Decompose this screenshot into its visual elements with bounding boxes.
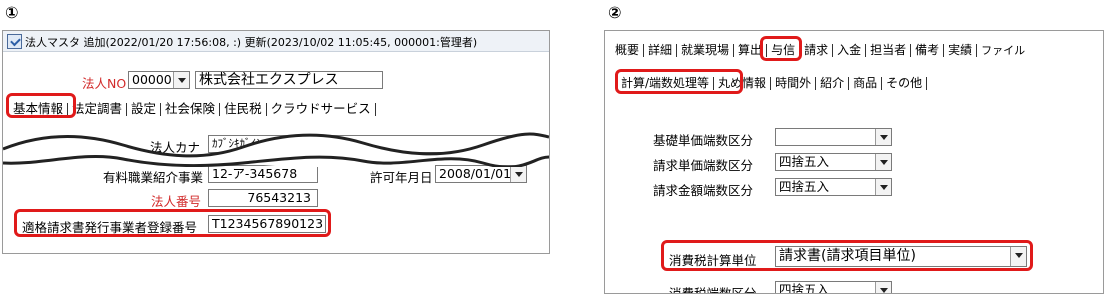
- subtab-overtime[interactable]: 時間外: [771, 74, 815, 91]
- tab-staff[interactable]: 担当者: [866, 41, 910, 58]
- license-label: 有料職業紹介事業: [103, 170, 204, 185]
- tab-resident-tax[interactable]: 住民税: [220, 98, 266, 117]
- step-number-2: ②: [608, 3, 622, 22]
- tab-legal-records[interactable]: 法定調書: [68, 98, 126, 117]
- chevron-down-icon[interactable]: [875, 154, 891, 170]
- calc-settings-window: 概要 詳細 就業現場 算出 与信 請求 入金 担当者 備考 実績 ファイル 計算/端数処理等 丸め情報…: [604, 30, 1104, 294]
- bill-amount-rounding-value: 四捨五入: [779, 179, 830, 194]
- corp-number-field[interactable]: 76543213: [208, 189, 318, 207]
- base-price-rounding-label: 基礎単価端数区分: [653, 133, 754, 148]
- corp-name-value: 株式会社エクスプレス: [199, 72, 339, 88]
- highlight-tax-calc-unit: [661, 240, 1033, 271]
- corp-master-window: 法人マスタ 追加(2022/01/20 17:56:08, :) 更新(2023…: [2, 30, 550, 254]
- tab-files[interactable]: ファイル: [977, 42, 1029, 58]
- corp-no-select[interactable]: 000001: [128, 71, 190, 89]
- bill-price-rounding-value: 四捨五入: [779, 154, 830, 169]
- bill-amount-rounding-select[interactable]: 四捨五入: [775, 178, 892, 196]
- subtab-referral[interactable]: 紹介: [816, 74, 848, 91]
- tab-billing[interactable]: 請求: [800, 41, 832, 58]
- corp-name-field[interactable]: 株式会社エクスプレス: [195, 71, 383, 89]
- tab-settings[interactable]: 設定: [127, 98, 160, 117]
- section-break-wave: [3, 132, 549, 167]
- corp-number-label: 法人番号: [151, 194, 202, 209]
- tab-payment[interactable]: 入金: [833, 41, 865, 58]
- subtab-other[interactable]: その他: [882, 74, 926, 91]
- tab-cloud-service[interactable]: クラウドサービス: [267, 98, 375, 117]
- chevron-down-icon[interactable]: [173, 72, 189, 88]
- highlight-calc-tab: [760, 36, 802, 61]
- tab-overview[interactable]: 概要: [611, 41, 643, 58]
- license-value: 12-ア-345678: [212, 166, 298, 181]
- highlight-invoice-reg: [14, 209, 331, 237]
- corp-number-value: 76543213: [247, 190, 311, 205]
- permit-date-value: 2008/01/01: [439, 166, 512, 181]
- chevron-down-icon[interactable]: [875, 179, 891, 195]
- tax-rounding-select[interactable]: 四捨五入: [775, 281, 892, 294]
- highlight-rounding-subtab: [615, 69, 743, 94]
- window-title: 法人マスタ 追加(2022/01/20 17:56:08, :) 更新(2023…: [25, 36, 478, 49]
- tab-results[interactable]: 実績: [944, 41, 976, 58]
- tab-social-insurance[interactable]: 社会保険: [161, 98, 219, 117]
- highlight-basic-info-tab: [6, 93, 76, 118]
- chevron-down-icon[interactable]: [510, 166, 526, 182]
- corp-no-label: 法人NO: [82, 76, 127, 91]
- bill-price-rounding-label: 請求単価端数区分: [653, 158, 754, 173]
- edit-icon: [7, 34, 22, 49]
- license-field[interactable]: 12-ア-345678: [208, 165, 318, 183]
- chevron-down-icon[interactable]: [875, 282, 891, 293]
- tab-notes[interactable]: 備考: [911, 41, 943, 58]
- tab-separator: [926, 77, 928, 90]
- tab-separator: [374, 103, 376, 116]
- permit-date-field[interactable]: 2008/01/01: [435, 165, 527, 183]
- bill-amount-rounding-label: 請求金額端数区分: [653, 183, 754, 198]
- permit-date-label: 許可年月日: [370, 170, 433, 185]
- main-tabs: 概要 詳細 就業現場 算出 与信 請求 入金 担当者 備考 実績 ファイル: [611, 41, 1029, 58]
- window-titlebar: 法人マスタ 追加(2022/01/20 17:56:08, :) 更新(2023…: [3, 31, 549, 52]
- tab-worksite[interactable]: 就業現場: [677, 41, 733, 58]
- subtab-products[interactable]: 商品: [849, 74, 881, 91]
- tab-details[interactable]: 詳細: [644, 41, 676, 58]
- chevron-down-icon[interactable]: [875, 129, 891, 145]
- bill-price-rounding-select[interactable]: 四捨五入: [775, 153, 892, 171]
- base-price-rounding-select[interactable]: [775, 128, 892, 146]
- tax-rounding-value: 四捨五入: [779, 282, 830, 294]
- step-number-1: ①: [5, 3, 19, 22]
- tax-rounding-label: 消費税端数区分: [669, 286, 757, 294]
